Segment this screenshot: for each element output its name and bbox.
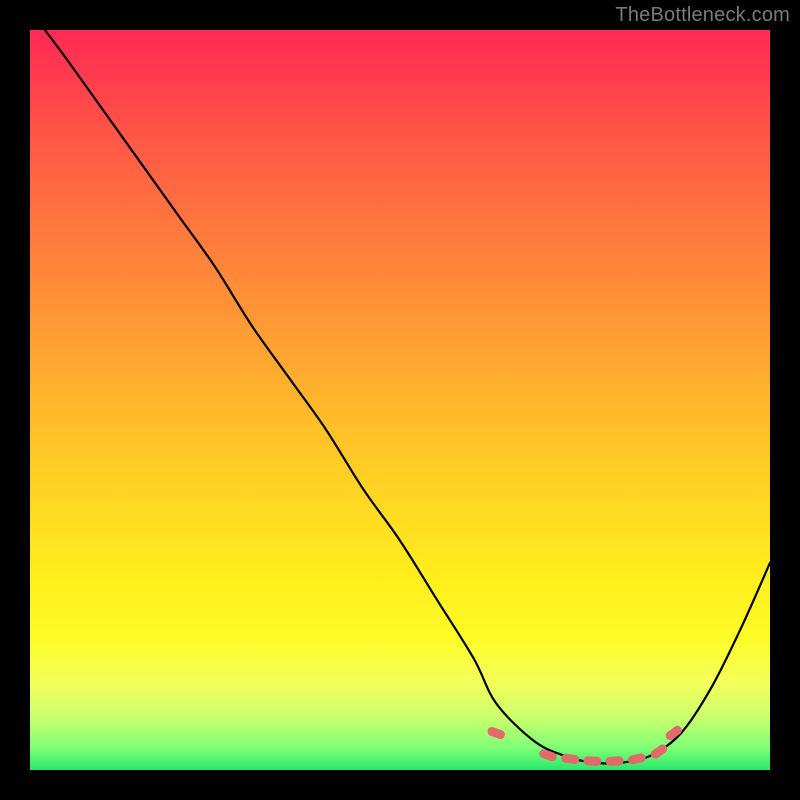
bottleneck-curve [45, 30, 770, 764]
optimal-marker [486, 726, 506, 741]
credit-label: TheBottleneck.com [615, 4, 790, 27]
plot-area [30, 30, 770, 770]
optimal-marker [605, 756, 623, 766]
optimal-marker [561, 753, 580, 764]
chart-frame: TheBottleneck.com [0, 0, 800, 800]
optimal-marker [583, 756, 601, 766]
optimal-marker [627, 753, 646, 766]
optimal-range-markers [486, 724, 683, 766]
curve-layer [30, 30, 770, 770]
